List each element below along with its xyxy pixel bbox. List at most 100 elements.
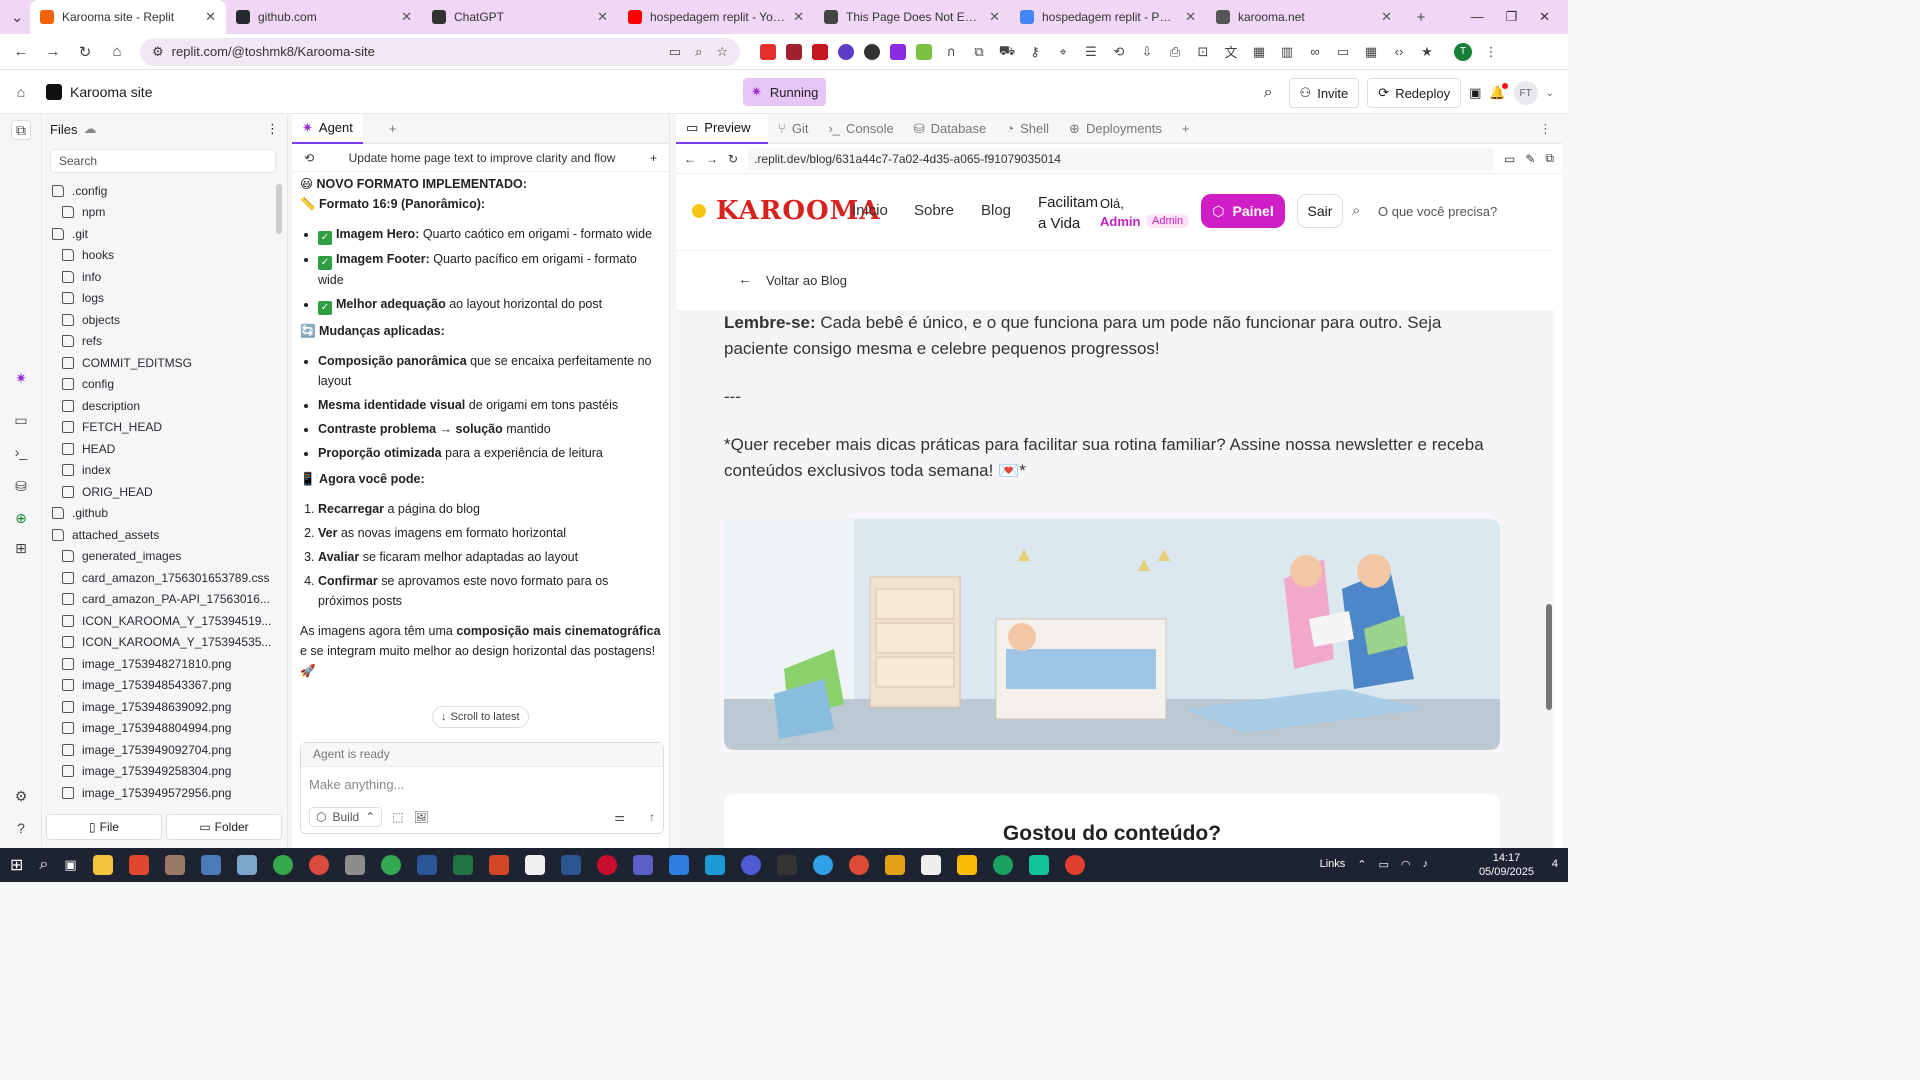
extension-icon[interactable] xyxy=(786,43,802,60)
qr-icon[interactable]: ▦ xyxy=(1250,44,1268,60)
tab-deployments[interactable]: ⊕ Deployments xyxy=(1059,114,1172,144)
more-icon[interactable]: ⋮ xyxy=(1529,114,1562,144)
notification-center-icon[interactable]: 4 xyxy=(1552,858,1558,870)
print-icon[interactable]: ⎙ xyxy=(1166,44,1184,60)
nav-sobre[interactable]: Sobre xyxy=(914,202,954,219)
chevron-down-icon[interactable]: ⌄ xyxy=(1546,88,1554,99)
chrome-icon[interactable] xyxy=(1064,855,1085,875)
extension-icon[interactable] xyxy=(838,43,854,60)
close-tab-icon[interactable]: ✕ xyxy=(1185,9,1196,25)
calculator-icon[interactable] xyxy=(200,855,221,875)
file-tree-item[interactable]: image_1753948804994.png xyxy=(42,718,288,740)
close-tab-icon[interactable]: ✕ xyxy=(989,9,1000,25)
sidebar-icon[interactable]: ▥ xyxy=(1278,44,1296,60)
tab-search-chevron-icon[interactable]: ⌄ xyxy=(4,4,30,30)
redeploy-button[interactable]: ⟳ Redeploy xyxy=(1367,78,1462,108)
app-icon[interactable] xyxy=(236,855,257,875)
history-icon[interactable]: ⟲ xyxy=(304,151,314,165)
translate-icon[interactable]: 文 xyxy=(1222,42,1240,61)
new-folder-button[interactable]: ▭ Folder xyxy=(166,814,282,840)
file-tree-item[interactable]: hooks xyxy=(42,245,288,267)
file-tree-item[interactable]: description xyxy=(42,395,288,417)
word-icon[interactable] xyxy=(416,855,437,875)
file-tree-item[interactable]: ICON_KAROOMA_Y_175394519... xyxy=(42,610,288,632)
all-tools-icon[interactable]: ⊞ xyxy=(11,538,31,558)
nav-blog[interactable]: Blog xyxy=(981,202,1011,219)
terminal-icon[interactable] xyxy=(776,855,797,875)
file-tree-item[interactable]: FETCH_HEAD xyxy=(42,417,288,439)
agent-input[interactable]: Agent is ready Make anything... ⬡ Build ⌃ … xyxy=(300,742,664,834)
preview-scrollbar[interactable] xyxy=(1546,604,1552,710)
app-icon[interactable] xyxy=(308,855,329,875)
browser-tab[interactable]: karooma.net ✕ xyxy=(1206,0,1402,34)
file-tree-item[interactable]: logs xyxy=(42,288,288,310)
app-icon[interactable] xyxy=(884,855,905,875)
close-tab-icon[interactable]: ✕ xyxy=(597,9,608,25)
browser-tab[interactable]: This Page Does Not Exist ✕ xyxy=(814,0,1010,34)
back-icon[interactable]: ← xyxy=(8,39,34,65)
search-icon[interactable]: ⌕ xyxy=(39,856,48,874)
new-chat-icon[interactable]: + xyxy=(650,151,657,165)
notepad-icon[interactable] xyxy=(524,855,545,875)
file-tree-item[interactable]: ORIG_HEAD xyxy=(42,481,288,503)
file-tree-item[interactable]: HEAD xyxy=(42,438,288,460)
file-tree-item[interactable]: image_1753948543367.png xyxy=(42,675,288,697)
deployments-tool-icon[interactable]: ⊕ xyxy=(11,508,31,528)
forward-icon[interactable]: → xyxy=(706,152,718,166)
notifications-icon[interactable]: 🔔 xyxy=(1489,83,1508,101)
app-icon[interactable] xyxy=(668,855,689,875)
file-tree-item[interactable]: image_1753949572956.png xyxy=(42,782,288,804)
close-window-icon[interactable]: ✕ xyxy=(1539,9,1550,25)
new-file-button[interactable]: ▯ File xyxy=(46,814,162,840)
devices-icon[interactable]: ▭ xyxy=(1504,152,1515,166)
tab-shell[interactable]: ◔ Shell xyxy=(996,114,1059,144)
app-icon[interactable] xyxy=(596,855,617,875)
site-info-icon[interactable]: ⚙ xyxy=(152,44,164,60)
devtools-icon[interactable]: ✎ xyxy=(1525,152,1535,166)
download-icon[interactable]: ⇩ xyxy=(1138,44,1156,60)
extension-icon[interactable] xyxy=(890,43,906,60)
file-tree-item[interactable]: npm xyxy=(42,202,288,224)
app-icon[interactable] xyxy=(920,855,941,875)
forward-icon[interactable]: → xyxy=(40,39,66,65)
file-tree-item[interactable]: config xyxy=(42,374,288,396)
files-scrollbar[interactable] xyxy=(276,184,282,234)
preview-tool-icon[interactable]: ▭ xyxy=(11,410,31,430)
file-tree-item[interactable]: image_1753949258304.png xyxy=(42,761,288,783)
site-search-input[interactable]: O que você precisa? xyxy=(1378,204,1497,219)
settings-icon[interactable]: ⚙ xyxy=(11,786,31,806)
tab-database[interactable]: ⛁ Database xyxy=(904,114,997,144)
file-explorer-icon[interactable] xyxy=(92,855,113,875)
tab-preview[interactable]: ▭ Preview xyxy=(676,113,768,144)
wifi-icon[interactable]: ◠ xyxy=(1401,858,1411,871)
avatar[interactable]: FT xyxy=(1513,81,1538,105)
settings-sliders-icon[interactable]: ⚌ xyxy=(614,810,625,824)
file-tree-item[interactable]: refs xyxy=(42,331,288,353)
back-icon[interactable]: ← xyxy=(684,152,696,166)
browser-tab[interactable]: github.com ✕ xyxy=(226,0,422,34)
browser-tab[interactable]: Karooma site - Replit ✕ xyxy=(30,0,226,34)
tab-console[interactable]: ›_ Console xyxy=(818,114,903,144)
site-search-icon[interactable]: ⌕ xyxy=(1352,202,1360,219)
file-tree-item[interactable]: image_1753948639092.png xyxy=(42,696,288,718)
extension-icon[interactable]: ก xyxy=(942,41,960,62)
logout-button[interactable]: Sair xyxy=(1297,194,1343,228)
panel-button[interactable]: ⬡ Painel xyxy=(1201,194,1285,228)
file-tree-item[interactable]: objects xyxy=(42,309,288,331)
send-icon[interactable]: ↑ xyxy=(649,810,655,824)
browser-menu-icon[interactable]: ⋮ xyxy=(1482,44,1500,60)
chrome-icon[interactable] xyxy=(992,855,1013,875)
bookmarks-icon[interactable]: ★ xyxy=(1418,44,1436,60)
extension-icon[interactable] xyxy=(812,43,828,60)
back-arrow-icon[interactable]: ← xyxy=(738,271,752,287)
link-icon[interactable]: ∞ xyxy=(1306,44,1324,59)
reload-icon[interactable]: ↻ xyxy=(72,39,98,65)
chrome-icon[interactable] xyxy=(848,855,869,875)
links-toolbar[interactable]: Links xyxy=(1320,858,1346,871)
browser-tab[interactable]: ChatGPT ✕ xyxy=(422,0,618,34)
app-icon[interactable] xyxy=(272,855,293,875)
preview-url[interactable]: .replit.dev/blog/631a44c7-7a02-4d35-a065… xyxy=(748,147,1495,170)
add-tab-button[interactable]: + xyxy=(1172,114,1200,144)
tab-agent[interactable]: ✷ Agent xyxy=(292,113,363,144)
app-icon[interactable] xyxy=(380,855,401,875)
